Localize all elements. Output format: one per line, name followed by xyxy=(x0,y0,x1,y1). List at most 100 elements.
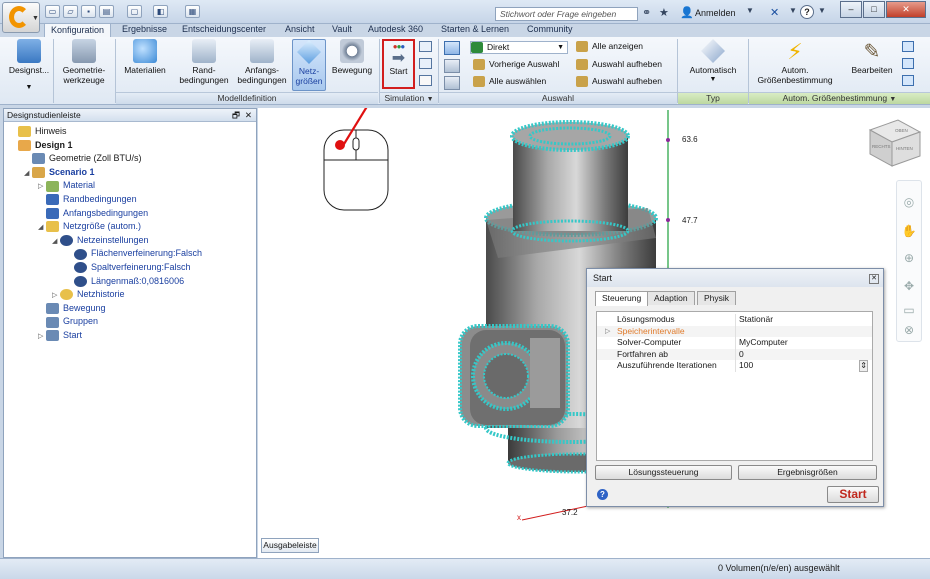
tab-adaption[interactable]: Adaption xyxy=(647,291,695,305)
initial-conditions-button[interactable]: Anfangs- bedingungen xyxy=(233,39,291,85)
expand-toggle-icon[interactable]: ▷ xyxy=(38,331,46,343)
dialog-close-button[interactable]: ✕ xyxy=(869,274,879,284)
dialog-start-button[interactable]: Start xyxy=(827,486,879,503)
property-row[interactable]: Auszuführende Iterationen 100 ⇕ xyxy=(597,360,872,372)
expand-toggle-icon[interactable]: ◢ xyxy=(24,168,32,180)
select-mode-icon[interactable] xyxy=(444,41,460,55)
app-menu-button[interactable]: ▼ xyxy=(2,2,40,33)
list-icon[interactable] xyxy=(419,41,432,52)
start-simulation-button[interactable]: ●●● ➡ Start xyxy=(382,39,415,89)
output-bar-button[interactable]: Ausgabeleiste xyxy=(261,538,319,553)
close-icon[interactable]: ✕ xyxy=(245,109,252,121)
tab-konfiguration[interactable]: Konfiguration xyxy=(44,23,112,38)
deselect-button-1[interactable]: Auswahl aufheben xyxy=(576,59,662,71)
new-file-icon[interactable]: ▭ xyxy=(45,5,60,18)
tab-starten-lernen[interactable]: Starten & Lernen xyxy=(435,23,515,37)
solution-control-button[interactable]: Lösungssteuerung xyxy=(595,465,732,480)
spinner-icon[interactable]: ⇕ xyxy=(859,360,868,372)
view-icon[interactable]: ◧ xyxy=(153,5,168,18)
refine-icon[interactable] xyxy=(902,41,914,52)
select-volume-icon[interactable] xyxy=(444,76,460,90)
tree-item[interactable]: ◢ Netzgröße (autom.) xyxy=(38,220,141,234)
tree-item[interactable]: Spaltverfeinerung:Falsch xyxy=(66,261,191,274)
center-icon[interactable]: ⊗ xyxy=(898,320,920,340)
expand-toggle-icon[interactable]: ▷ xyxy=(52,290,60,302)
chevron-down-icon[interactable]: ▼ xyxy=(746,6,754,15)
tree-item[interactable]: ◢ Scenario 1 xyxy=(24,166,95,180)
save-icon[interactable]: ▪ xyxy=(81,5,96,18)
login-link[interactable]: Anmelden xyxy=(695,8,736,18)
binoculars-icon[interactable]: ⚭ xyxy=(642,6,651,19)
tree-item[interactable]: Anfangsbedingungen xyxy=(38,207,148,219)
table-icon[interactable] xyxy=(902,58,914,69)
tree-item[interactable]: Flächenverfeinerung:Falsch xyxy=(66,247,202,260)
tree-item[interactable]: Längenmaß:0,0816006 xyxy=(66,275,184,287)
show-all-button[interactable]: Alle anzeigen xyxy=(576,41,643,53)
boundary-conditions-button[interactable]: Rand- bedingungen xyxy=(176,39,232,85)
select-all-button[interactable]: Alle auswählen xyxy=(473,76,546,88)
expand-toggle-icon[interactable]: ◢ xyxy=(52,236,60,248)
tab-entscheidungscenter[interactable]: Entscheidungscenter xyxy=(176,23,272,37)
search-input[interactable]: Stichwort oder Frage eingeben xyxy=(495,7,638,21)
tab-vault[interactable]: Vault xyxy=(326,23,358,37)
tree-item[interactable]: Design 1 xyxy=(10,139,73,151)
expand-toggle-icon[interactable]: ◢ xyxy=(38,222,46,234)
tree-item[interactable]: Bewegung xyxy=(38,302,106,314)
select-face-icon[interactable] xyxy=(444,59,460,73)
mail-icon[interactable] xyxy=(419,75,432,86)
star-icon[interactable]: ★ xyxy=(659,6,669,19)
print-icon[interactable]: ▤ xyxy=(99,5,114,18)
select-filter-dropdown[interactable]: Direkt ▼ xyxy=(470,41,568,54)
group-autom[interactable]: Autom. Größenbestimmung ▼ xyxy=(749,92,930,104)
expand-toggle-icon[interactable]: ▷ xyxy=(38,181,46,193)
autosize-button[interactable]: ⚡ Autom. Größenbestimmung xyxy=(752,39,838,85)
property-row[interactable]: ▷ Speicherintervalle xyxy=(597,325,872,337)
property-row[interactable]: Solver-Computer MyComputer xyxy=(597,337,872,349)
deselect-button-2[interactable]: Auswahl aufheben xyxy=(576,76,662,88)
chevron-down-icon[interactable]: ▼ xyxy=(818,6,826,15)
tree-item[interactable]: Geometrie (Zoll BTU/s) xyxy=(24,152,142,165)
edit-button[interactable]: ✎ Bearbeiten xyxy=(846,39,898,75)
dialog-help-icon[interactable]: ? xyxy=(597,489,608,500)
user-icon[interactable]: 👤 xyxy=(680,6,694,19)
steering-wheel-icon[interactable]: ◎ xyxy=(898,192,920,212)
grid-icon[interactable]: ▦ xyxy=(185,5,200,18)
property-row[interactable]: Fortfahren ab 0 xyxy=(597,348,872,360)
result-quantities-button[interactable]: Ergebnisgrößen xyxy=(738,465,877,480)
tree-item[interactable]: ◢ Netzeinstellungen xyxy=(52,234,149,248)
tree-item[interactable]: Randbedingungen xyxy=(38,193,137,206)
motion-button[interactable]: Bewegung xyxy=(328,39,376,75)
pan-icon[interactable]: ✋ xyxy=(898,221,920,241)
tab-physik[interactable]: Physik xyxy=(697,291,737,305)
mesh-sizes-button[interactable]: Netz- größen xyxy=(292,39,326,91)
maximize-button[interactable]: □ xyxy=(863,1,885,18)
orbit-icon[interactable]: ✥ xyxy=(898,276,920,296)
tree-item[interactable]: Hinweis xyxy=(10,125,67,138)
property-row[interactable]: Lösungsmodus Stationär xyxy=(597,314,872,326)
expand-toggle-icon[interactable]: ▷ xyxy=(605,326,610,337)
pin-icon[interactable]: 🗗 xyxy=(232,109,240,121)
geometry-tools-button[interactable]: Geometrie- werkzeuge xyxy=(57,39,111,85)
automatic-button[interactable]: Automatisch ▼ xyxy=(682,39,744,85)
table-icon[interactable] xyxy=(419,58,432,69)
close-button[interactable]: ✕ xyxy=(886,1,926,18)
exchange-icon[interactable]: ✕ xyxy=(770,6,779,19)
tab-autodesk-360[interactable]: Autodesk 360 xyxy=(362,23,429,37)
tab-steuerung[interactable]: Steuerung xyxy=(595,291,649,306)
group-simulation[interactable]: Simulation ▼ xyxy=(380,92,438,104)
minimize-button[interactable]: – xyxy=(840,1,862,18)
tree-item[interactable]: ▷ Material xyxy=(38,179,95,193)
materials-button[interactable]: Materialien xyxy=(119,39,171,75)
help-button[interactable]: ? xyxy=(800,5,814,19)
tab-ergebnisse[interactable]: Ergebnisse xyxy=(116,23,173,37)
previous-selection-button[interactable]: Vorherige Auswahl xyxy=(473,59,559,71)
design-study-button[interactable]: Designst... ▼ xyxy=(6,39,52,93)
tab-community[interactable]: Community xyxy=(521,23,579,37)
open-folder-icon[interactable]: ▱ xyxy=(63,5,78,18)
grid-icon[interactable] xyxy=(902,75,914,86)
tree-item[interactable]: Gruppen xyxy=(38,315,98,328)
tab-ansicht[interactable]: Ansicht xyxy=(279,23,321,37)
zoom-icon[interactable]: ⊕ xyxy=(898,248,920,268)
tree-item[interactable]: ▷ Netzhistorie xyxy=(52,288,125,302)
tree-item[interactable]: ▷ Start xyxy=(38,329,82,343)
